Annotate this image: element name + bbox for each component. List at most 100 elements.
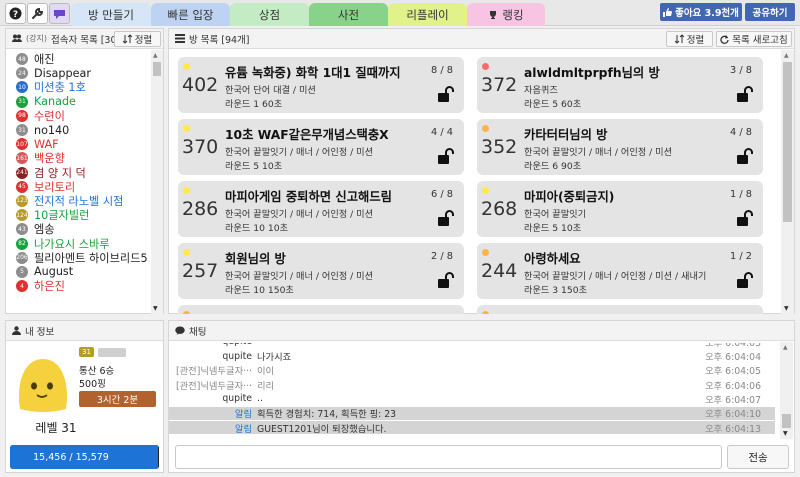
tab-label: 리플레이 [406, 7, 449, 22]
user-name: no140 [34, 123, 70, 137]
room-player-count: 1 / 8 [730, 189, 752, 200]
send-button[interactable]: 전송 [727, 445, 789, 469]
room-round-time: 라운드 1 60초 [225, 99, 283, 110]
user-list-item[interactable]: 48 애진 [6, 52, 150, 66]
room-card[interactable]: 402 유튬 녹화중) 화학 1대1 질때까지 한국어 단어 대결 / 미션 라운드 … [178, 57, 464, 113]
wrench-icon[interactable] [27, 3, 48, 24]
room-status-dot [183, 187, 190, 194]
facebook-share-button[interactable]: 공유하기 [745, 3, 795, 21]
chat-message-row: [관전]닉넴두글자··· 이이 오후 6:04:05 [169, 363, 775, 377]
room-round-time: 라운드 5 10초 [225, 161, 283, 172]
tab-shop[interactable]: 상점 [230, 3, 309, 26]
person-icon [12, 326, 21, 335]
tab-ranking[interactable]: 랭킹 [467, 3, 545, 26]
game-lobby-window: ? 방 만들기 빠른 입장 상점 사전 리플레이 랭킹 좋아요 3.9천개 공유… [0, 0, 800, 477]
level-badge: 31 [79, 347, 94, 357]
room-title: 유튬 녹화중) 화학 1대1 질때까지 [225, 66, 401, 80]
scroll-down-icon[interactable]: ▼ [784, 305, 789, 312]
scroll-up-icon[interactable]: ▲ [784, 52, 789, 59]
chat-text: .. [257, 393, 263, 405]
user-list-item[interactable]: 107 WAF [6, 137, 150, 151]
user-sort-button[interactable]: 정렬 [114, 31, 161, 47]
room-round-time: 라운드 10 10초 [225, 223, 289, 234]
room-player-count: 4 / 4 [431, 127, 453, 138]
user-list-item[interactable]: 123 전지적 라노벨 시점 [6, 194, 150, 208]
sort-label: 정렬 [134, 35, 153, 46]
tab-replay[interactable]: 리플레이 [388, 3, 467, 26]
scroll-up-icon[interactable]: ▲ [153, 52, 158, 59]
room-card[interactable]: 370 10초 WAF같은무개념스택충X 한국어 끝말잇기 / 매너 / 어인정 /… [178, 119, 464, 175]
room-card[interactable]: 244 아령하세요 한국어 끝말잇기 / 매너 / 어인정 / 미션 / 새내기 라운… [477, 243, 763, 299]
chat-sender[interactable]: 알림 [169, 421, 252, 435]
room-card[interactable]: 352 카타터터님의 방 한국어 끝말잇기 / 매너 / 어인정 / 미션 라운드 6… [477, 119, 763, 175]
experience-text: 15,456 / 15,579 [33, 451, 109, 463]
room-status-dot [183, 125, 190, 132]
room-player-count: 8 / 8 [431, 65, 453, 76]
scroll-down-icon[interactable]: ▼ [153, 305, 158, 312]
chat-scrollbar[interactable]: ▲ ▼ [780, 342, 793, 439]
scrollbar-thumb[interactable] [153, 62, 161, 76]
user-list-panel: (강지) 접속자 목록 [301명] 정렬 48 애진 24 Disappear 10 미… [5, 28, 164, 314]
tab-create-room[interactable]: 방 만들기 [71, 3, 151, 26]
chat-text: GUEST1201님이 퇴장했습니다. [257, 423, 387, 435]
user-list-item[interactable]: 10 미션충 1호 [6, 80, 150, 94]
chat-sender[interactable]: qupite [169, 393, 252, 404]
level-label: 레벨 31 [35, 421, 77, 435]
tab-quick-join[interactable]: 빠른 입장 [151, 3, 230, 26]
like-count-label: 좋아요 3.9천개 [675, 8, 739, 19]
facebook-like-button[interactable]: 좋아요 3.9천개 [660, 3, 742, 21]
user-list-item[interactable]: 82 나가요시 스바루 [6, 236, 150, 251]
chat-text: 나가시죠 [257, 352, 292, 364]
unlock-icon [736, 272, 754, 289]
chat-notice-row: 알림 획득한 경험치: 714, 획득한 핑: 23 오후 6:04:10 [169, 406, 775, 420]
user-list-item[interactable]: 45 보리토리 [6, 180, 150, 194]
user-list-item[interactable]: 4 하은진 [6, 279, 150, 293]
scroll-down-icon[interactable]: ▼ [783, 430, 788, 437]
user-list-item[interactable]: 241 겸 양 지 덕 [6, 166, 150, 180]
level-badge: 48 [16, 53, 28, 66]
win-record: 통산 6승 [79, 366, 115, 377]
room-list-scrollbar[interactable]: ▲ ▼ [781, 50, 794, 314]
room-rules: 자음퀴즈 [524, 85, 558, 96]
user-list-scrollbar[interactable]: ▲ ▼ [151, 50, 163, 314]
help-icon[interactable]: ? [5, 3, 26, 24]
chat-sender[interactable]: [관전]닉넴두글자··· [169, 378, 252, 392]
scrollbar-thumb[interactable] [782, 414, 791, 428]
room-card[interactable]: 268 마피아(중퇴금지) 한국어 끝말잇기 라운드 5 10초 1 / 8 [477, 181, 763, 237]
room-card[interactable]: 372 alwldmltprpfh님의 방 자음퀴즈 라운드 5 60초 3 / 8 [477, 57, 763, 113]
my-info-title: 내 정보 [25, 326, 55, 338]
user-list-item[interactable]: 31 no140 [6, 123, 150, 137]
user-list-item[interactable]: 43 엠송 [6, 222, 150, 236]
room-status-dot [183, 311, 190, 314]
room-title: 10초 WAF같은무개념스택충X [225, 128, 389, 142]
chat-input[interactable] [175, 445, 722, 469]
room-number: 257 [182, 260, 219, 282]
user-list-item[interactable]: 161 백운향 [6, 151, 150, 165]
room-card[interactable]: 286 마피아게임 중퇴하면 신고해드림 한국어 끝말잇기 / 매너 / 어인정 /… [178, 181, 464, 237]
user-list-item[interactable]: 98 수련이 [6, 109, 150, 123]
room-number: 286 [182, 198, 219, 220]
refresh-list-button[interactable]: 목록 새로고침 [716, 31, 792, 47]
room-status-dot [183, 249, 190, 256]
chat-sender[interactable]: 알림 [169, 406, 252, 420]
scroll-up-icon[interactable]: ▲ [783, 344, 788, 351]
user-list-item[interactable]: 5 August [6, 265, 150, 279]
level-badge: 124 [16, 209, 28, 222]
scrollbar-thumb[interactable] [783, 62, 792, 222]
chat-sender[interactable]: [관전]닉넴두글자··· [169, 363, 252, 377]
room-card[interactable]: 257 회원님의 방 한국어 끝말잇기 / 매너 / 어인정 / 미션 라운드 10 … [178, 243, 464, 299]
user-list-item[interactable]: 206 필리아멘트 하이브리드5 [6, 251, 150, 265]
tab-dictionary[interactable]: 사전 [309, 3, 388, 26]
user-name: WAF [34, 137, 59, 151]
chat-sender[interactable]: qupite [169, 343, 252, 347]
room-card[interactable] [477, 305, 763, 314]
user-list-item[interactable]: 24 Disappear [6, 66, 150, 80]
send-label: 전송 [748, 451, 768, 464]
chat-sender[interactable]: qupite [169, 351, 252, 362]
user-list-item[interactable]: 124 10글자빌런 [6, 208, 150, 222]
room-sort-button[interactable]: 정렬 [666, 31, 713, 47]
room-card[interactable] [178, 305, 464, 314]
thumbs-up-icon [663, 7, 673, 17]
chat-bubble-icon[interactable] [49, 3, 70, 24]
user-list-item[interactable]: 31 Kanade [6, 95, 150, 109]
